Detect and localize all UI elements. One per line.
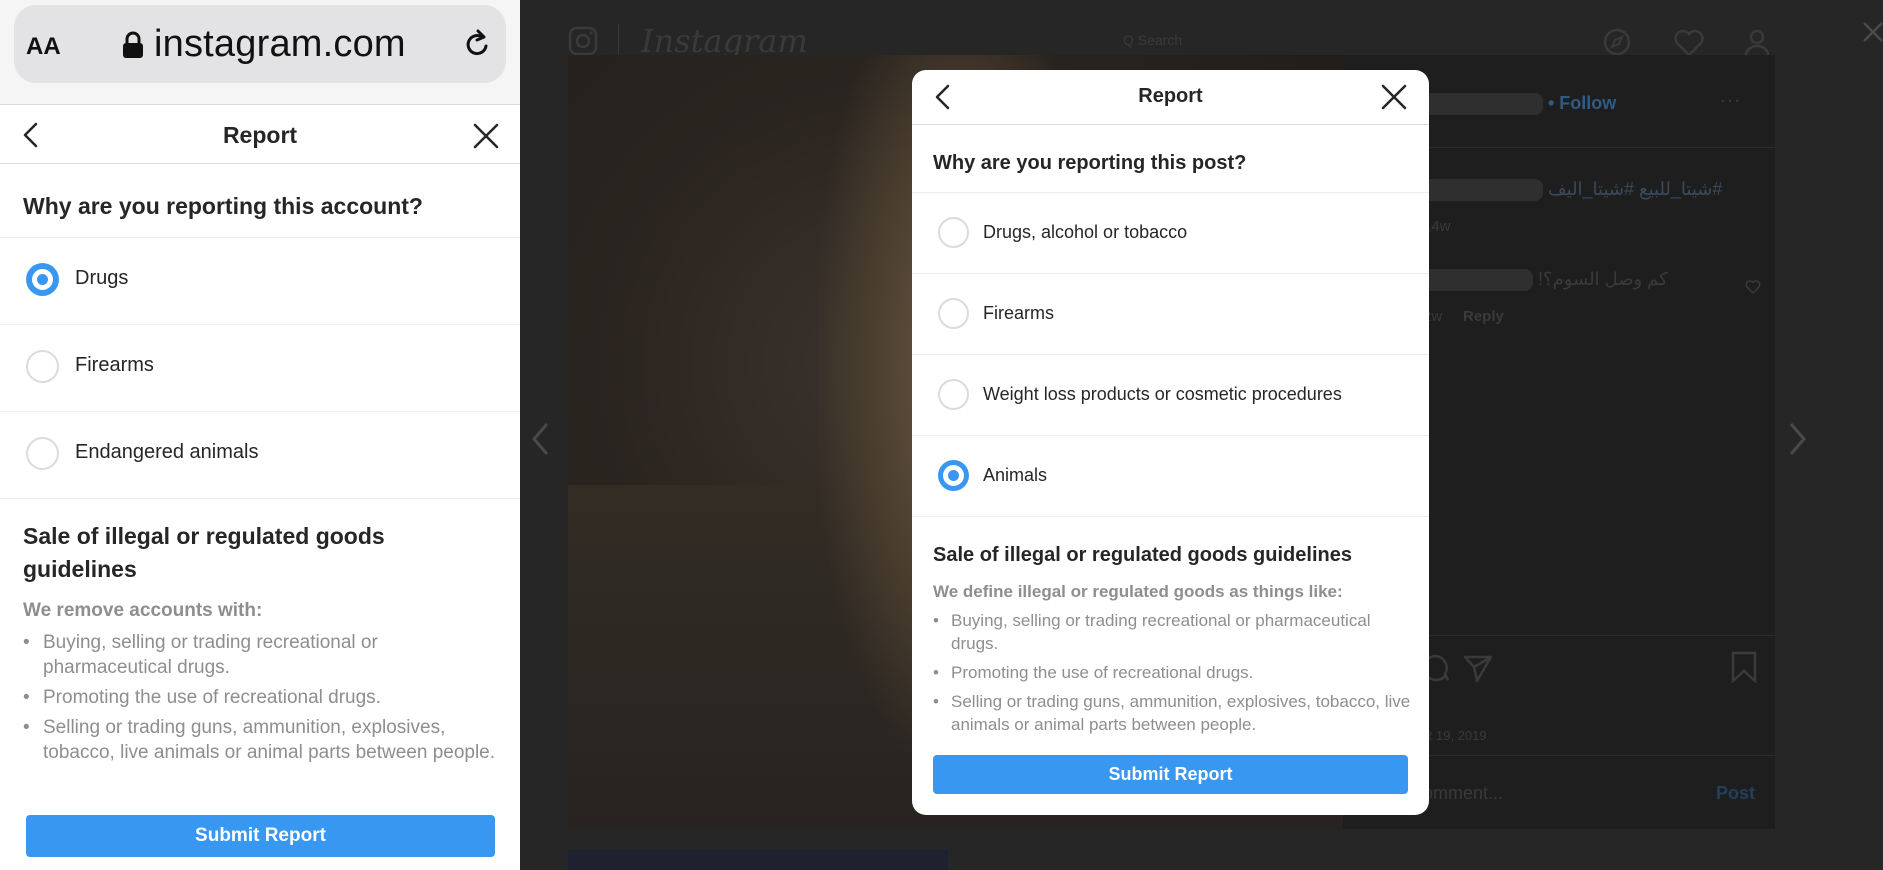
option-label: Endangered animals [75,441,259,463]
post-caption: شيتا_للبيع #شيتا_اليف# [1548,179,1723,199]
option-label: Drugs [75,267,129,289]
guideline-item: Selling or trading guns, ammunition, exp… [23,715,503,765]
report-title: Report [222,122,298,148]
search-input[interactable]: Q Search [1123,32,1182,48]
report-header: Report [0,106,520,164]
blurred-username [1423,269,1533,291]
lock-icon [122,31,144,64]
more-options-icon[interactable]: ··· [1719,87,1741,113]
report-option-weight-loss[interactable]: Weight loss products or cosmetic procedu… [912,354,1429,435]
close-overlay-icon[interactable] [1861,20,1883,49]
report-option-animals[interactable]: Animals [912,435,1429,516]
submit-report-button[interactable]: Submit Report [933,755,1408,794]
report-option-firearms[interactable]: Firearms [0,324,520,411]
top-nav: Instagram Q Search [521,0,1883,60]
guidelines-intro: We remove accounts with: [23,600,263,621]
share-icon[interactable] [1463,653,1493,688]
submit-report-button[interactable]: Submit Report [26,815,495,857]
close-icon[interactable] [1381,84,1407,115]
reply-link[interactable]: Reply [1463,308,1504,325]
blurred-username [1423,93,1543,115]
guidelines-list: Buying, selling or trading recreational … [23,630,503,770]
guideline-item: Buying, selling or trading recreational … [23,630,503,680]
radio-selected-icon[interactable] [938,460,969,491]
guidelines-list: Buying, selling or trading recreational … [933,609,1413,742]
radio-icon[interactable] [26,437,59,470]
close-icon[interactable] [472,122,500,155]
blurred-username [1423,179,1543,201]
next-post-thumbnail[interactable] [568,850,948,870]
option-label: Firearms [75,354,154,376]
guideline-item: Buying, selling or trading recreational … [933,609,1413,655]
report-modal: Report Why are you reporting this post? … [912,70,1429,815]
radio-icon[interactable] [938,379,969,410]
radio-selected-icon[interactable] [26,263,59,296]
text-size-button[interactable]: AA [26,33,61,61]
guidelines-title: Sale of illegal or regulated goods guide… [23,523,385,582]
follow-link[interactable]: • Follow [1548,93,1616,114]
post-comment-button[interactable]: Post [1716,783,1755,804]
previous-post-arrow-icon[interactable] [531,422,549,461]
report-question: Why are you reporting this account? [23,193,423,219]
divider [912,516,1429,517]
comment-text: !كم وصل السوم؟ [1538,269,1668,289]
guideline-item: Selling or trading guns, ammunition, exp… [933,690,1413,736]
option-label: Animals [983,465,1048,485]
url-text: instagram.com [154,23,406,65]
reload-icon[interactable] [464,29,492,64]
option-label: Firearms [983,303,1054,323]
report-question: Why are you reporting this post? [933,152,1247,174]
radio-icon[interactable] [26,350,59,383]
divider [0,498,520,499]
report-option-drugs[interactable]: Drugs [0,237,520,324]
guidelines-title: Sale of illegal or regulated goods guide… [933,544,1352,566]
safari-address-bar: AA instagram.com [0,0,520,105]
guidelines-intro: We define illegal or regulated goods as … [933,582,1343,601]
radio-icon[interactable] [938,217,969,248]
report-header: Report [912,70,1429,125]
report-option-firearms[interactable]: Firearms [912,273,1429,354]
report-option-endangered-animals[interactable]: Endangered animals [0,411,520,498]
option-label: Weight loss products or cosmetic procedu… [983,384,1342,404]
report-title: Report [1138,85,1203,107]
next-post-arrow-icon[interactable] [1789,422,1807,461]
text-size-label: AA [26,33,61,60]
url-field[interactable]: AA instagram.com [14,5,506,83]
comment-like-icon[interactable] [1745,280,1761,299]
guideline-item: Promoting the use of recreational drugs. [23,685,503,710]
mobile-screen: AA instagram.com Report Why are you repo… [0,0,520,870]
add-comment-input[interactable]: omment... [1423,783,1503,804]
guideline-item: Promoting the use of recreational drugs. [933,661,1413,684]
bookmark-icon[interactable] [1731,651,1757,688]
report-option-drugs-alcohol-tobacco[interactable]: Drugs, alcohol or tobacco [912,192,1429,273]
option-label: Drugs, alcohol or tobacco [983,222,1188,242]
radio-icon[interactable] [938,298,969,329]
nav-divider [618,24,619,56]
post-date: R 19, 2019 [1423,728,1487,743]
